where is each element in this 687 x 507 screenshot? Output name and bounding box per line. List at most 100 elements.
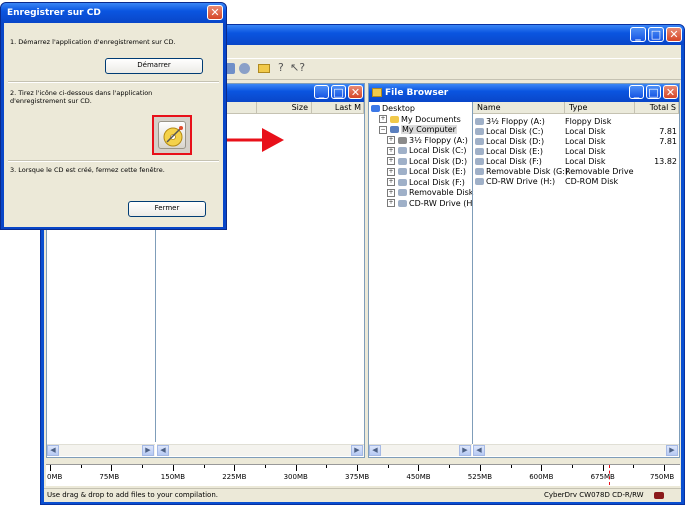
- table-row[interactable]: Local Disk (F:) Local Disk 13.82: [473, 156, 679, 166]
- table-row[interactable]: Local Disk (C:) Local Disk 7.81: [473, 126, 679, 136]
- pane-close-button[interactable]: ✕: [663, 85, 678, 99]
- tree-item-label: My Computer: [401, 125, 457, 134]
- scroll-left-button[interactable]: ◀: [47, 445, 59, 456]
- ruler-tick: [633, 465, 635, 468]
- start-button[interactable]: Démarrer: [105, 58, 203, 74]
- scroll-right-button[interactable]: ▶: [351, 445, 363, 456]
- maximize-button[interactable]: □: [648, 27, 664, 42]
- cell-name: Local Disk (F:): [486, 157, 542, 166]
- folder-icon: [390, 115, 399, 123]
- ruler-tick: [264, 465, 266, 468]
- expand-icon[interactable]: +: [387, 157, 395, 165]
- expand-icon[interactable]: +: [387, 146, 395, 155]
- drive-icon: [475, 178, 484, 185]
- close-dialog-button[interactable]: Fermer: [128, 201, 206, 217]
- pane-maximize-button[interactable]: □: [331, 85, 346, 99]
- burn-icon[interactable]: [239, 63, 250, 74]
- folder-icon: [372, 88, 382, 97]
- tree-item[interactable]: + Removable Disk: [387, 188, 473, 197]
- dialog-close-button[interactable]: ✕: [207, 5, 223, 20]
- ruler-tick: [172, 465, 174, 471]
- col-type[interactable]: Type: [565, 102, 635, 114]
- tree-item[interactable]: + Local Disk (D:): [387, 157, 467, 166]
- desktop-icon: [371, 105, 380, 112]
- drive-icon: [475, 128, 484, 135]
- scroll-right-button[interactable]: ▶: [666, 445, 678, 456]
- expand-icon[interactable]: +: [387, 178, 395, 186]
- ruler-label: 675MB: [590, 473, 615, 481]
- tree-item[interactable]: +3½ Floppy (A:): [387, 136, 468, 145]
- dialog-title[interactable]: Enregistrer sur CD: [1, 3, 226, 23]
- left-hscroll[interactable]: ◀ ▶: [47, 444, 155, 456]
- collapse-icon[interactable]: −: [379, 125, 387, 134]
- drive-icon: [475, 158, 484, 165]
- status-drive: CyberDrv CW078D CD-R/RW: [544, 491, 644, 499]
- tree-item-label: Removable Disk: [409, 188, 474, 197]
- tree-item[interactable]: + CD-RW Drive (H: [387, 199, 472, 208]
- pane-minimize-button[interactable]: _: [314, 85, 329, 99]
- pane-maximize-button[interactable]: □: [646, 85, 661, 99]
- tree-item[interactable]: − My Computer: [379, 125, 457, 134]
- cell-type: CD-ROM Disk: [565, 177, 619, 186]
- cell-name: CD-RW Drive (H:): [486, 177, 556, 186]
- drag-icon-highlight: [152, 115, 192, 155]
- cell-type: Local Disk: [565, 137, 606, 146]
- scroll-right-button[interactable]: ▶: [459, 445, 471, 456]
- expand-icon[interactable]: +: [387, 136, 395, 144]
- tree-item-label: Local Disk (C:): [409, 146, 467, 155]
- expand-icon[interactable]: +: [379, 115, 387, 123]
- tree-item[interactable]: + Local Disk (C:): [387, 146, 467, 155]
- step-3-text: 3. Lorsque le CD est créé, fermez cette …: [10, 166, 165, 174]
- capacity-limit-marker: [609, 465, 610, 485]
- col-size[interactable]: Size: [257, 102, 312, 114]
- col-name[interactable]: Name: [473, 102, 565, 114]
- tree-hscroll[interactable]: ◀ ▶: [369, 444, 472, 456]
- close-button[interactable]: ✕: [666, 27, 682, 42]
- list-hscroll[interactable]: ◀ ▶: [473, 444, 679, 456]
- scroll-right-button[interactable]: ▶: [142, 445, 154, 456]
- cell-type: Floppy Disk: [565, 117, 612, 126]
- scroll-left-button[interactable]: ◀: [369, 445, 381, 456]
- middle-hscroll[interactable]: ◀ ▶: [157, 444, 364, 456]
- help-icon[interactable]: ?: [278, 61, 284, 74]
- ruler-tick: [571, 465, 573, 468]
- cell-total-size: 13.82: [654, 157, 677, 166]
- expand-icon[interactable]: +: [387, 199, 395, 207]
- tree-item[interactable]: Desktop: [371, 104, 415, 113]
- table-row[interactable]: Local Disk (D:) Local Disk 7.81: [473, 136, 679, 146]
- drive-icon: [398, 168, 407, 175]
- table-row[interactable]: Removable Disk (G:) Removable Drive: [473, 166, 679, 176]
- tree-item[interactable]: + Local Disk (F:): [387, 178, 465, 187]
- cell-type: Removable Drive: [565, 167, 634, 176]
- minimize-button[interactable]: _: [630, 27, 646, 42]
- ruler-tick: [234, 465, 236, 471]
- folder-icon[interactable]: [258, 64, 270, 73]
- ruler-tick: [357, 465, 358, 471]
- step-2-text-line1: 2. Tirez l'icône ci-dessous dans l'appli…: [10, 89, 153, 97]
- separator: [8, 160, 219, 162]
- pane-minimize-button[interactable]: _: [629, 85, 644, 99]
- expand-icon[interactable]: +: [387, 167, 395, 176]
- cd-burn-icon: [163, 126, 183, 147]
- col-last-modified[interactable]: Last M: [312, 102, 364, 114]
- ruler-tick: [387, 465, 389, 468]
- tree-item-label: Local Disk (E:): [409, 167, 466, 176]
- col-total-size[interactable]: Total S: [635, 102, 679, 114]
- ruler-tick: [326, 465, 328, 468]
- ruler-tick: [111, 465, 113, 471]
- cell-total-size: 7.81: [659, 137, 677, 146]
- table-row[interactable]: CD-RW Drive (H:) CD-ROM Disk: [473, 176, 679, 186]
- whats-this-icon[interactable]: ↖?: [290, 61, 305, 74]
- pane-close-button[interactable]: ✕: [348, 85, 363, 99]
- scroll-left-button[interactable]: ◀: [473, 445, 485, 456]
- table-row[interactable]: 3½ Floppy (A:) Floppy Disk: [473, 116, 679, 126]
- expand-icon[interactable]: +: [387, 188, 395, 197]
- tree-item[interactable]: + My Documents: [379, 115, 461, 124]
- ruler-label: 375MB: [345, 473, 370, 481]
- tree-item[interactable]: + Local Disk (E:): [387, 167, 466, 176]
- scroll-left-button[interactable]: ◀: [157, 445, 169, 456]
- burn-drag-icon[interactable]: [158, 121, 186, 149]
- table-row[interactable]: Local Disk (E:) Local Disk: [473, 146, 679, 156]
- drive-icon: [475, 168, 484, 175]
- ruler-tick: [50, 465, 51, 471]
